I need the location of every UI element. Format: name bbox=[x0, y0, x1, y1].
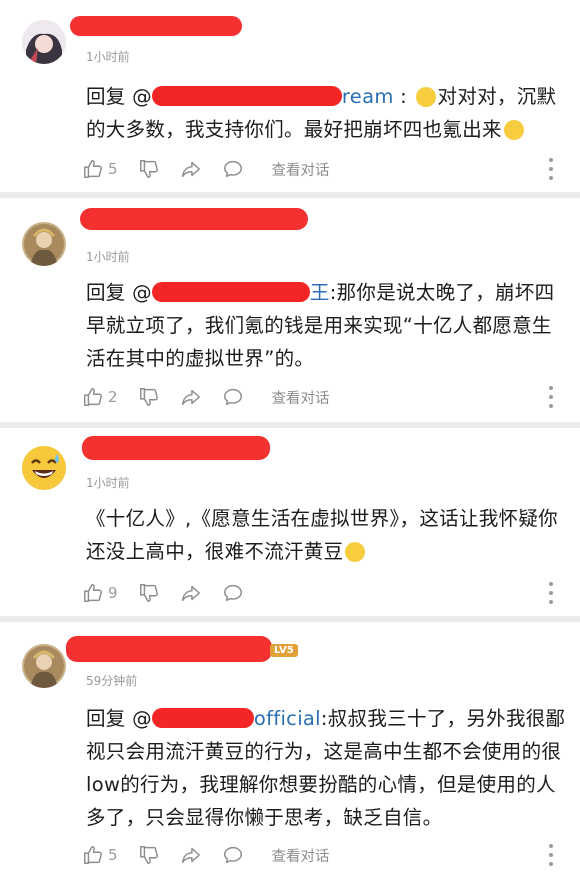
smirk-emoji-icon bbox=[415, 87, 436, 107]
more-options-button[interactable] bbox=[548, 844, 554, 866]
share-button[interactable] bbox=[180, 582, 202, 604]
timestamp: 1小时前 bbox=[86, 50, 130, 64]
like-button[interactable]: 5 bbox=[82, 158, 118, 180]
redacted-username bbox=[70, 16, 242, 36]
view-conversation-link[interactable]: 查看对话 bbox=[272, 845, 330, 866]
dislike-button[interactable] bbox=[138, 844, 160, 866]
thumbs-down-icon bbox=[139, 388, 158, 406]
comment-card: 1小时前 回复 @ ream : 对对对，沉默的大多数，我支持你们。最好把崩坏四也… bbox=[0, 0, 580, 192]
share-icon bbox=[181, 389, 200, 406]
sweat-smile-emoji-icon bbox=[345, 542, 366, 562]
redacted-username bbox=[82, 436, 270, 460]
more-vertical-icon bbox=[549, 386, 553, 390]
avatar[interactable] bbox=[22, 644, 66, 688]
like-count: 2 bbox=[108, 388, 118, 406]
redacted-mention bbox=[151, 282, 310, 302]
comment-feed: 1小时前 回复 @ ream : 对对对，沉默的大多数，我支持你们。最好把崩坏四也… bbox=[0, 0, 580, 880]
dislike-button[interactable] bbox=[138, 386, 160, 408]
comment-card: 1小时前 回复 @ 王:那你是说太晚了，崩坏四早就立项了，我们氪的钱是用来实现“十… bbox=[0, 198, 580, 422]
comment-text: 回复 @ 王:那你是说太晚了，崩坏四早就立项了，我们氪的钱是用来实现“十亿人都愿意… bbox=[86, 276, 566, 375]
comment-bubble-icon bbox=[223, 388, 242, 406]
comment-bubble-icon bbox=[223, 160, 242, 178]
reply-button[interactable] bbox=[222, 582, 244, 604]
comment-card: 1小时前 《十亿人》,《愿意生活在虚拟世界》，这话让我怀疑你还没上高中，很难不流… bbox=[0, 428, 580, 616]
redacted-mention bbox=[151, 708, 254, 728]
more-options-button[interactable] bbox=[548, 158, 554, 180]
like-count: 9 bbox=[108, 584, 118, 602]
share-button[interactable] bbox=[180, 386, 202, 408]
reply-prefix: 回复 @ bbox=[86, 281, 152, 304]
timestamp: 1小时前 bbox=[86, 250, 130, 264]
share-button[interactable] bbox=[180, 158, 202, 180]
comment-actions: 9 bbox=[82, 578, 562, 608]
like-button[interactable]: 9 bbox=[82, 582, 118, 604]
mention-username[interactable]: 王 bbox=[151, 281, 330, 304]
thumbs-up-icon bbox=[84, 584, 102, 602]
level-badge: LV5 bbox=[270, 644, 298, 657]
timestamp: 59分钟前 bbox=[86, 674, 138, 688]
view-conversation-link[interactable]: 查看对话 bbox=[272, 387, 330, 408]
reply-button[interactable] bbox=[222, 844, 244, 866]
comment-body: 《十亿人》,《愿意生活在虚拟世界》，这话让我怀疑你还没上高中，很难不流汗黄豆 bbox=[86, 507, 558, 563]
more-vertical-icon bbox=[549, 844, 553, 848]
avatar[interactable] bbox=[22, 20, 66, 64]
redacted-username bbox=[66, 636, 272, 662]
comment-text: 回复 @ ream : 对对对，沉默的大多数，我支持你们。最好把崩坏四也氪出来 bbox=[86, 85, 557, 141]
redacted-mention bbox=[151, 86, 342, 106]
mention-username[interactable]: ream bbox=[151, 85, 394, 108]
more-options-button[interactable] bbox=[548, 582, 554, 604]
comment-bubble-icon bbox=[223, 846, 242, 864]
like-count: 5 bbox=[108, 846, 118, 864]
thumbs-down-icon bbox=[139, 846, 158, 864]
thumbs-up-icon bbox=[84, 388, 102, 406]
hugging-emoji-icon bbox=[503, 120, 524, 140]
comment-bubble-icon bbox=[223, 584, 242, 602]
like-button[interactable]: 5 bbox=[82, 844, 118, 866]
avatar[interactable] bbox=[22, 222, 66, 266]
share-icon bbox=[181, 161, 200, 178]
comment-card: LV5 59分钟前 回复 @ official:叔叔我三十了，另外我很鄙视只会用流… bbox=[0, 622, 580, 880]
thumbs-down-icon bbox=[139, 160, 158, 178]
more-vertical-icon bbox=[549, 582, 553, 586]
comment-text: 回复 @ official:叔叔我三十了，另外我很鄙视只会用流汗黄豆的行为，这是高… bbox=[86, 702, 566, 834]
thumbs-down-icon bbox=[139, 584, 158, 602]
reply-button[interactable] bbox=[222, 386, 244, 408]
dislike-button[interactable] bbox=[138, 158, 160, 180]
redacted-username bbox=[80, 208, 308, 230]
dislike-button[interactable] bbox=[138, 582, 160, 604]
share-icon bbox=[181, 847, 200, 864]
more-vertical-icon bbox=[549, 158, 553, 162]
comment-actions: 5 查看对话 bbox=[82, 154, 562, 184]
reply-prefix: 回复 @ bbox=[86, 707, 152, 730]
share-button[interactable] bbox=[180, 844, 202, 866]
thumbs-up-icon bbox=[84, 846, 102, 864]
like-button[interactable]: 2 bbox=[82, 386, 118, 408]
comment-actions: 2 查看对话 bbox=[82, 382, 562, 412]
view-conversation-link[interactable]: 查看对话 bbox=[272, 159, 330, 180]
emoji-avatar[interactable] bbox=[22, 446, 66, 490]
comment-text: 《十亿人》,《愿意生活在虚拟世界》，这话让我怀疑你还没上高中，很难不流汗黄豆 bbox=[86, 502, 566, 568]
reply-prefix: 回复 @ bbox=[86, 85, 152, 108]
comment-actions: 5 查看对话 bbox=[82, 840, 562, 870]
like-count: 5 bbox=[108, 160, 118, 178]
share-icon bbox=[181, 585, 200, 602]
reply-button[interactable] bbox=[222, 158, 244, 180]
mention-username[interactable]: official bbox=[151, 707, 321, 730]
more-options-button[interactable] bbox=[548, 386, 554, 408]
timestamp: 1小时前 bbox=[86, 476, 130, 490]
thumbs-up-icon bbox=[84, 160, 102, 178]
